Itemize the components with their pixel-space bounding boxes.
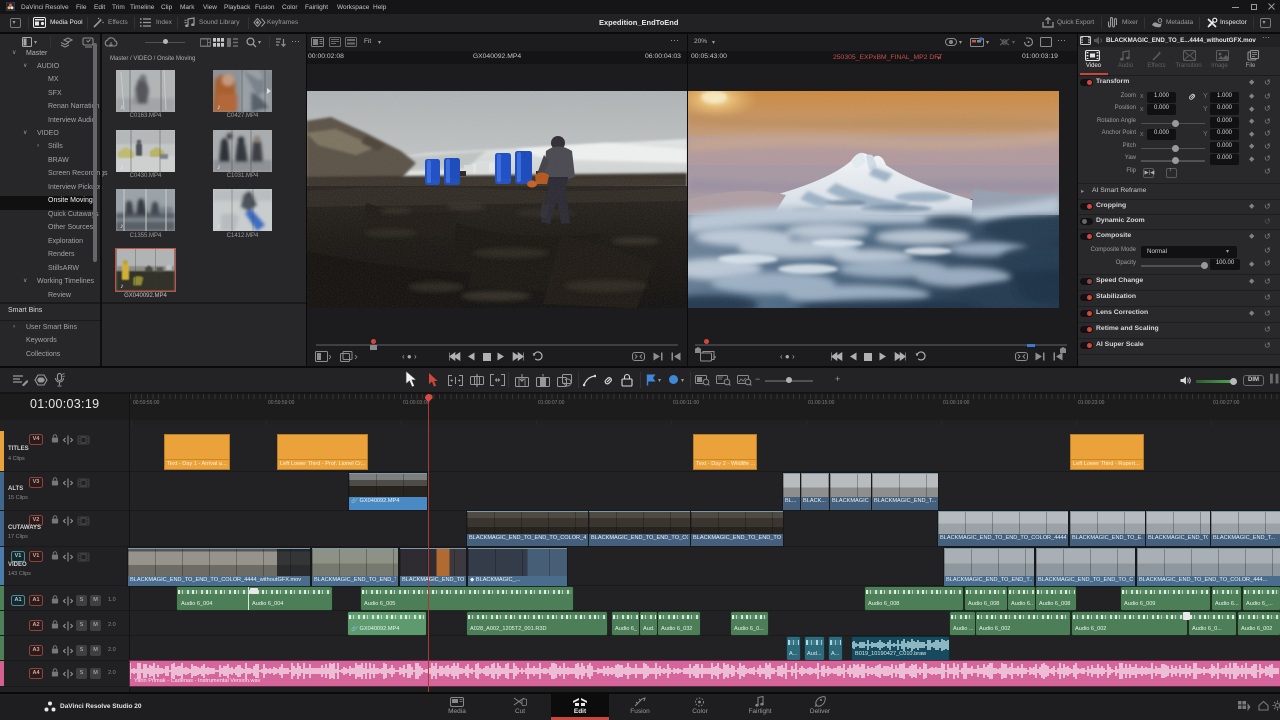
svg-text:♪: ♪ bbox=[217, 223, 221, 230]
svg-text:♪: ♪ bbox=[217, 164, 221, 171]
svg-text:♪: ♪ bbox=[120, 164, 124, 171]
svg-text:♪: ♪ bbox=[120, 223, 124, 230]
svg-text:♪: ♪ bbox=[120, 283, 123, 290]
svg-text:♪: ♪ bbox=[217, 104, 221, 111]
svg-text:♪: ♪ bbox=[120, 104, 124, 111]
